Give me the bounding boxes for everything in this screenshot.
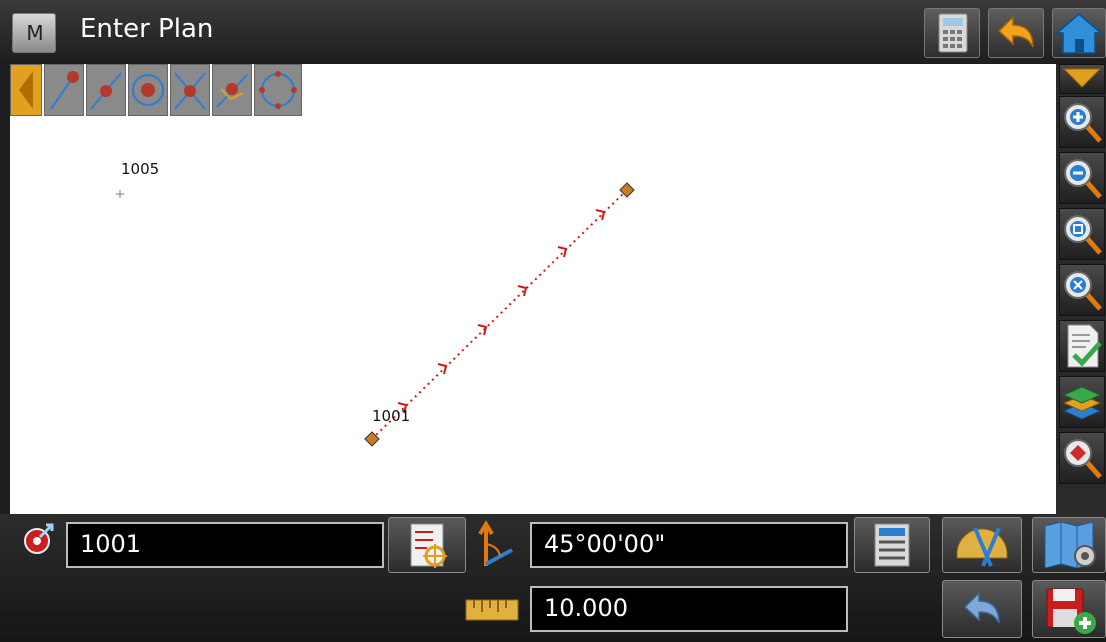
menu-label: M xyxy=(26,21,44,45)
protractor-icon xyxy=(956,527,1008,567)
plan-drawing xyxy=(116,182,635,447)
zoom-out-icon xyxy=(1064,159,1102,199)
zoom-extents-icon xyxy=(1064,271,1102,311)
calc-options-icon xyxy=(874,523,910,567)
home-button[interactable] xyxy=(1052,8,1106,58)
distance-field[interactable]: 10.000 xyxy=(530,586,848,632)
azimuth-field[interactable]: 45°00'00" xyxy=(530,522,848,568)
back-arrow-icon xyxy=(997,15,1034,48)
layers-icon xyxy=(1062,386,1102,420)
map-settings-button[interactable] xyxy=(1032,517,1106,573)
zoom-out-button[interactable] xyxy=(1059,152,1105,204)
map-canvas[interactable]: 1005 1001 xyxy=(10,64,1056,514)
point-list-icon xyxy=(410,523,447,568)
calculator-icon xyxy=(938,13,968,53)
calculator-button[interactable] xyxy=(924,8,980,58)
point-label-1001: 1001 xyxy=(372,407,411,425)
title-bar: M Enter Plan xyxy=(0,0,1106,64)
zoom-window-icon xyxy=(1064,215,1102,255)
save-add-icon xyxy=(1046,588,1096,634)
zoom-in-icon xyxy=(1064,103,1102,143)
dropdown-arrow-icon xyxy=(1062,68,1102,88)
zoom-extents-button[interactable] xyxy=(1059,264,1105,316)
menu-button[interactable]: M xyxy=(12,13,56,53)
plan-line xyxy=(371,189,628,440)
page-title: Enter Plan xyxy=(80,14,214,44)
expand-toolbar-button[interactable] xyxy=(1059,64,1105,94)
undo-button[interactable] xyxy=(942,580,1022,638)
from-point-field[interactable]: 1001 xyxy=(66,522,384,568)
point-list-button[interactable] xyxy=(388,517,466,573)
checklist-button[interactable] xyxy=(1059,320,1105,372)
input-panel: 1001 45°00'00" 10.000 xyxy=(0,514,1106,642)
point-label-1005: 1005 xyxy=(121,160,160,178)
right-toolbar xyxy=(1056,64,1106,514)
point-1005-marker xyxy=(116,190,124,198)
direction-icon xyxy=(478,520,513,566)
pan-button[interactable] xyxy=(1059,432,1105,484)
pan-icon xyxy=(1064,439,1102,479)
ruler-icon xyxy=(465,599,519,621)
zoom-in-button[interactable] xyxy=(1059,96,1105,148)
zoom-window-button[interactable] xyxy=(1059,208,1105,260)
calc-options-button[interactable] xyxy=(854,517,930,573)
map-settings-icon xyxy=(1044,521,1096,569)
from-point-icon xyxy=(24,523,54,554)
back-button[interactable] xyxy=(988,8,1044,58)
protractor-button[interactable] xyxy=(942,517,1022,573)
save-add-button[interactable] xyxy=(1032,580,1106,638)
undo-icon xyxy=(963,591,1000,624)
checklist-icon xyxy=(1067,324,1102,368)
layers-button[interactable] xyxy=(1059,376,1105,428)
home-icon xyxy=(1054,13,1104,54)
direction-arrows xyxy=(397,209,606,414)
